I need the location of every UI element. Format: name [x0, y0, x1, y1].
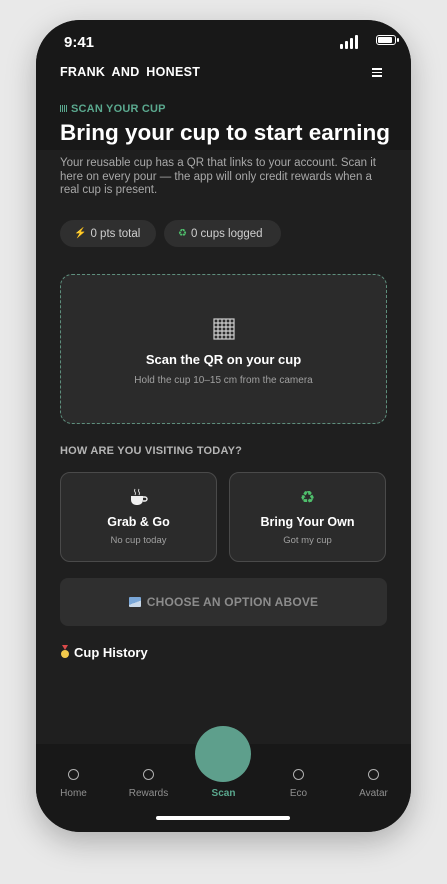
avatar-icon — [368, 769, 379, 780]
page-title: Bring your cup to start earning — [60, 120, 391, 145]
continue-button[interactable]: CHOOSE AN OPTION ABOVE — [60, 578, 387, 626]
cups-logged: 0 cups logged — [190, 227, 263, 240]
continue-button-label: CHOOSE AN OPTION ABOVE — [146, 595, 319, 609]
recycle-icon: ♻ — [178, 228, 187, 239]
tab-label: Scan — [211, 788, 236, 799]
home-icon — [68, 769, 79, 780]
signal-icon — [340, 35, 360, 49]
tab-label: Rewards — [128, 788, 169, 799]
brand-logo[interactable]: FRANK AND HONEST — [60, 65, 200, 79]
picture-icon — [128, 597, 141, 607]
phone-frame: 9:41 FRANK AND HONEST SCAN YOUR CUP Brin… — [36, 20, 411, 832]
tab-label: Eco — [289, 788, 308, 799]
lightning-icon: ⚡ — [74, 228, 87, 239]
tab-eco[interactable]: Eco — [261, 744, 336, 814]
home-indicator — [156, 816, 290, 820]
tab-avatar[interactable]: Avatar — [336, 744, 411, 814]
page-description: Your reusable cup has a QR that links to… — [60, 157, 377, 196]
bring-your-own-option[interactable]: ♻ Bring Your Own Got my cup — [229, 472, 386, 562]
cup-history-heading: Cup History — [60, 645, 148, 660]
recycle-icon: ♻ — [299, 488, 316, 507]
visit-label: HOW ARE YOU VISITING TODAY? — [60, 445, 243, 457]
section-eyebrow: SCAN YOUR CUP — [60, 103, 166, 115]
menu-icon[interactable] — [372, 68, 382, 77]
eyebrow-label: SCAN YOUR CUP — [71, 103, 166, 115]
status-time: 9:41 — [64, 34, 95, 51]
tab-label: Home — [60, 788, 87, 799]
scan-fab-button[interactable] — [195, 726, 251, 782]
option-subtitle: No cup today — [110, 535, 167, 546]
tab-home[interactable]: Home — [36, 744, 111, 814]
qr-icon — [213, 318, 235, 340]
option-title: Bring Your Own — [260, 515, 355, 529]
battery-icon — [376, 35, 399, 45]
option-title: Grab & Go — [107, 515, 170, 529]
tab-rewards[interactable]: Rewards — [111, 744, 186, 814]
points-chip: ⚡ 0 pts total — [60, 220, 156, 247]
rewards-icon — [143, 769, 154, 780]
scan-subtitle: Hold the cup 10–15 cm from the camera — [134, 375, 313, 386]
qr-small-icon — [60, 105, 68, 112]
grab-and-go-option[interactable]: Grab & Go No cup today — [60, 472, 217, 562]
qr-scan-area[interactable]: Scan the QR on your cup Hold the cup 10–… — [60, 274, 387, 424]
tab-label: Avatar — [359, 788, 388, 799]
coffee-cup-icon — [61, 488, 216, 508]
points-total: 0 pts total — [90, 227, 141, 240]
cups-chip: ♻ 0 cups logged — [164, 220, 281, 247]
eco-icon — [293, 769, 304, 780]
scan-title: Scan the QR on your cup — [145, 352, 302, 367]
medal-icon — [61, 645, 69, 658]
option-subtitle: Got my cup — [283, 535, 332, 546]
cup-history-title: Cup History — [74, 645, 148, 660]
